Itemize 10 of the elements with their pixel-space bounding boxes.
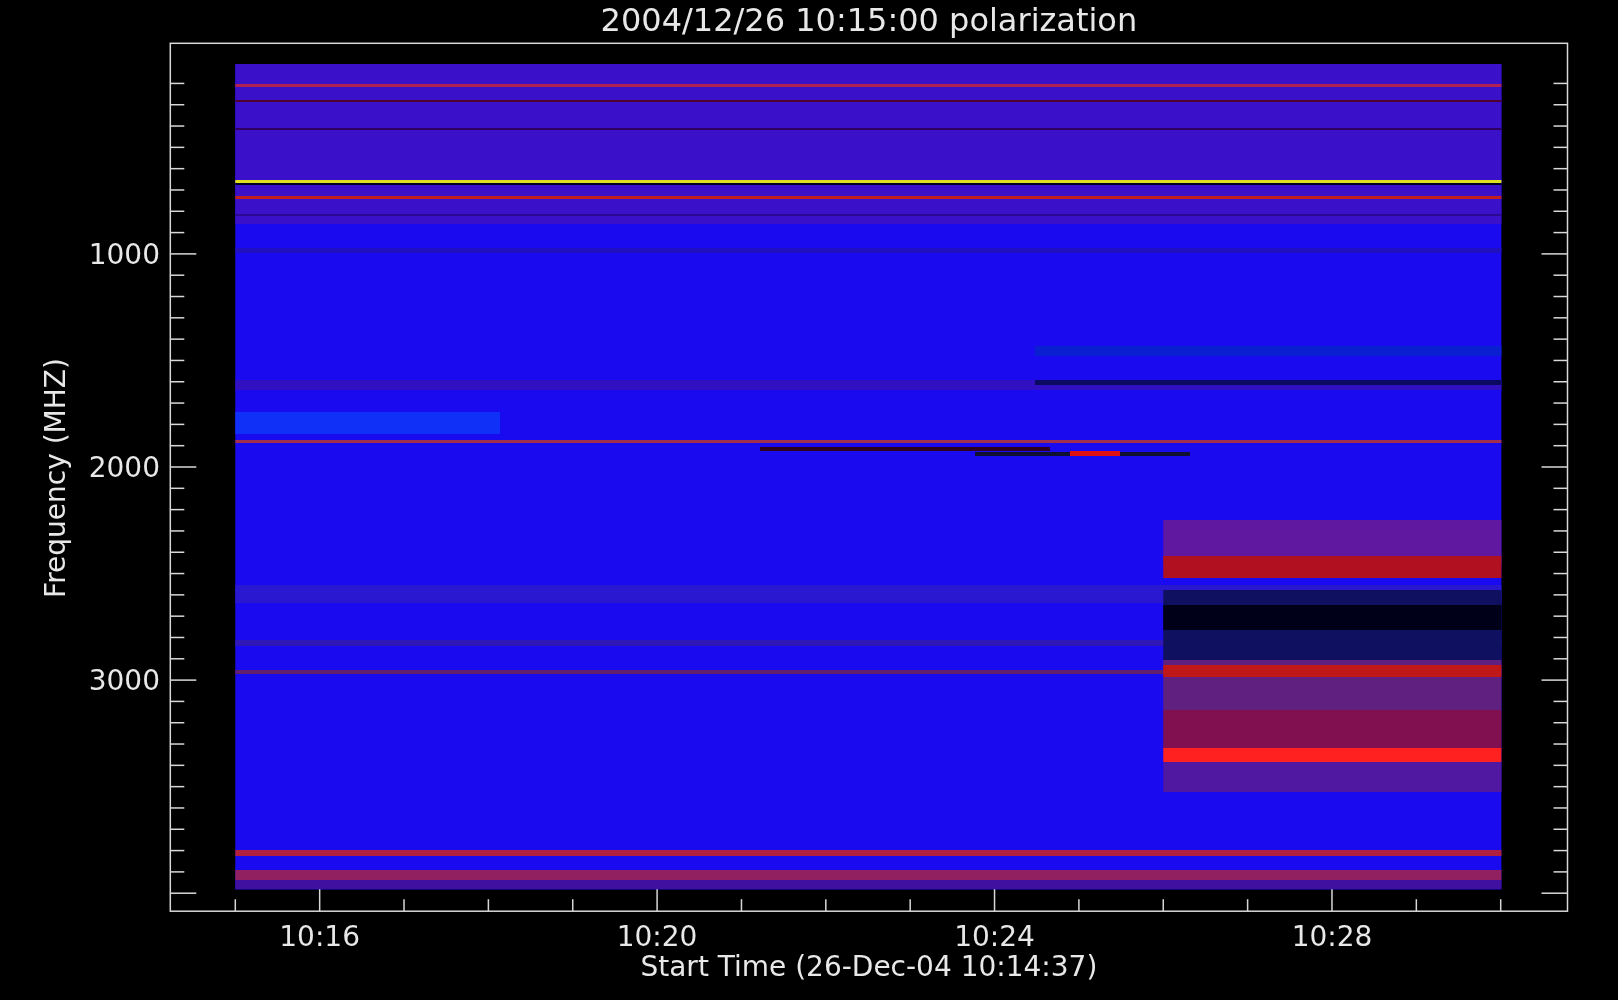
tick-label: 10:16 <box>279 920 360 953</box>
tick-label: 10:24 <box>954 920 1035 953</box>
axis-label: Start Time (26-Dec-04 10:14:37) <box>640 950 1098 983</box>
tick-label: 10:20 <box>616 920 698 953</box>
tick-label: 2000 <box>88 451 160 484</box>
tick-label: 1000 <box>88 237 160 271</box>
axis-label: Frequency (MHZ) <box>39 358 72 598</box>
tick-label: 3000 <box>88 664 160 698</box>
plot-title: 2004/12/26 10:15:00 polarization <box>600 1 1138 39</box>
tick-label: 10:28 <box>1291 920 1373 953</box>
